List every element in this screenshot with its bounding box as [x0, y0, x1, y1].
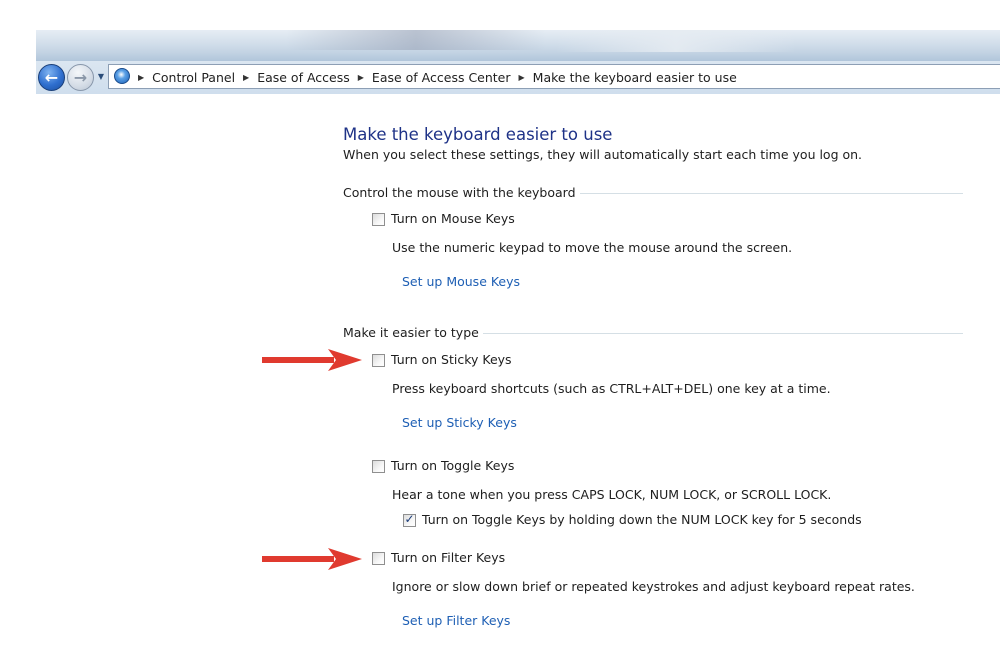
toggle-keys-numlock-checkbox[interactable]: [403, 512, 416, 527]
toggle-keys-label[interactable]: Turn on Toggle Keys: [391, 457, 514, 475]
page-subtitle: When you select these settings, they wil…: [343, 147, 863, 162]
mouse-section-header: Control the mouse with the keyboard: [343, 184, 963, 202]
forward-arrow-icon[interactable]: →: [67, 64, 94, 91]
typing-section-heading: Make it easier to type: [343, 324, 483, 342]
mouse-section-heading: Control the mouse with the keyboard: [343, 184, 580, 202]
control-panel-icon: [114, 68, 130, 84]
sticky-keys-description: Press keyboard shortcuts (such as CTRL+A…: [392, 381, 831, 396]
red-arrow-icon: [262, 349, 362, 371]
back-arrow-icon[interactable]: ←: [38, 64, 65, 91]
filter-keys-option[interactable]: Turn on Filter Keys: [372, 549, 505, 567]
mouse-keys-label[interactable]: Turn on Mouse Keys: [391, 210, 515, 228]
red-arrow-icon: [262, 548, 362, 570]
mouse-keys-option[interactable]: Turn on Mouse Keys: [372, 210, 515, 228]
window-titlebar: [36, 30, 1000, 62]
page-header: Make the keyboard easier to use When you…: [343, 124, 963, 163]
chevron-right-icon[interactable]: ▶: [519, 73, 525, 82]
toggle-keys-option[interactable]: Turn on Toggle Keys: [372, 457, 514, 475]
breadcrumb-control-panel[interactable]: Control Panel: [152, 70, 235, 85]
mouse-keys-description: Use the numeric keypad to move the mouse…: [392, 240, 793, 255]
toggle-keys-numlock-option[interactable]: Turn on Toggle Keys by holding down the …: [403, 511, 862, 529]
page-title: Make the keyboard easier to use: [343, 125, 613, 144]
setup-sticky-keys-link[interactable]: Set up Sticky Keys: [402, 414, 517, 432]
breadcrumb-current-page[interactable]: Make the keyboard easier to use: [533, 70, 737, 85]
sticky-keys-option[interactable]: Turn on Sticky Keys: [372, 351, 512, 369]
chevron-down-icon[interactable]: ▼: [96, 72, 106, 82]
setup-filter-keys-link[interactable]: Set up Filter Keys: [402, 612, 510, 630]
toggle-keys-numlock-label[interactable]: Turn on Toggle Keys by holding down the …: [422, 511, 862, 529]
toggle-keys-description: Hear a tone when you press CAPS LOCK, NU…: [392, 487, 832, 502]
chevron-right-icon[interactable]: ▶: [358, 73, 364, 82]
chevron-right-icon[interactable]: ▶: [243, 73, 249, 82]
toggle-keys-checkbox[interactable]: [372, 459, 385, 473]
sticky-keys-label[interactable]: Turn on Sticky Keys: [391, 351, 512, 369]
setup-mouse-keys-link[interactable]: Set up Mouse Keys: [402, 273, 520, 291]
typing-section-header: Make it easier to type: [343, 324, 963, 342]
breadcrumb-ease-of-access[interactable]: Ease of Access: [257, 70, 350, 85]
sticky-keys-checkbox[interactable]: [372, 353, 385, 367]
filter-keys-checkbox[interactable]: [372, 551, 385, 565]
mouse-keys-checkbox[interactable]: [372, 212, 385, 226]
breadcrumb: ▶ Control Panel ▶ Ease of Access ▶ Ease …: [138, 67, 737, 87]
filter-keys-label[interactable]: Turn on Filter Keys: [391, 549, 505, 567]
filter-keys-description: Ignore or slow down brief or repeated ke…: [392, 579, 915, 594]
chevron-right-icon[interactable]: ▶: [138, 73, 144, 82]
breadcrumb-ease-of-access-center[interactable]: Ease of Access Center: [372, 70, 511, 85]
